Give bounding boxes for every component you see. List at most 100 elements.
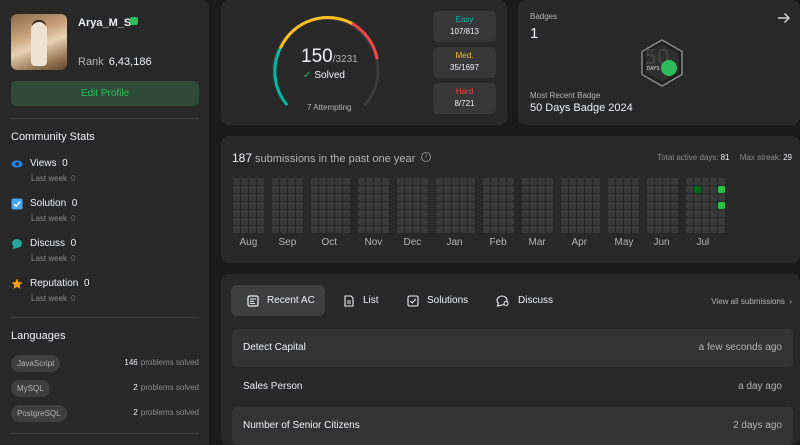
submission-row[interactable]: Sales Person a day ago: [232, 368, 793, 406]
heatmap-cell[interactable]: [358, 178, 365, 185]
heatmap-cell[interactable]: [546, 194, 553, 201]
language-pill[interactable]: PostgreSQL: [11, 405, 67, 422]
heatmap-cell[interactable]: [233, 186, 240, 193]
heatmap-cell[interactable]: [530, 194, 537, 201]
heatmap-cell[interactable]: [538, 178, 545, 185]
heatmap-cell[interactable]: [499, 194, 506, 201]
heatmap-cell[interactable]: [569, 186, 576, 193]
heatmap-cell[interactable]: [319, 194, 326, 201]
heatmap-cell[interactable]: [436, 226, 443, 233]
heatmap-cell[interactable]: [468, 194, 475, 201]
heatmap-cell[interactable]: [647, 202, 654, 209]
heatmap-cell[interactable]: [233, 202, 240, 209]
heatmap-cell[interactable]: [397, 186, 404, 193]
heatmap-cell[interactable]: [397, 218, 404, 225]
heatmap-cell[interactable]: [530, 226, 537, 233]
heatmap-cell[interactable]: [616, 218, 623, 225]
heatmap-cell[interactable]: [671, 186, 678, 193]
heatmap-cell[interactable]: [343, 186, 350, 193]
heatmap-cell[interactable]: [483, 178, 490, 185]
heatmap-cell[interactable]: [280, 186, 287, 193]
heatmap-cell[interactable]: [288, 202, 295, 209]
heatmap-cell[interactable]: [686, 218, 693, 225]
heatmap-cell[interactable]: [311, 186, 318, 193]
heatmap-cell[interactable]: [257, 202, 264, 209]
heatmap-cell[interactable]: [241, 178, 248, 185]
edit-profile-button[interactable]: Edit Profile: [11, 81, 199, 106]
heatmap-cell[interactable]: [491, 226, 498, 233]
submission-row[interactable]: Number of Senior Citizens 2 days ago: [232, 407, 793, 445]
heatmap-cell[interactable]: [593, 226, 600, 233]
heatmap-cell[interactable]: [499, 202, 506, 209]
heatmap-cell[interactable]: [718, 218, 725, 225]
heatmap-cell[interactable]: [507, 178, 514, 185]
heatmap-cell[interactable]: [296, 218, 303, 225]
heatmap-cell[interactable]: [358, 194, 365, 201]
heatmap-cell[interactable]: [671, 210, 678, 217]
heatmap-cell[interactable]: [444, 210, 451, 217]
heatmap-cell[interactable]: [374, 210, 381, 217]
heatmap-cell[interactable]: [460, 186, 467, 193]
heatmap-cell[interactable]: [483, 226, 490, 233]
heatmap-cell[interactable]: [522, 226, 529, 233]
heatmap-cell[interactable]: [468, 186, 475, 193]
heatmap-cell[interactable]: [327, 218, 334, 225]
language-pill[interactable]: JavaScript: [11, 355, 61, 372]
heatmap-cell[interactable]: [507, 226, 514, 233]
heatmap-cell[interactable]: [382, 178, 389, 185]
heatmap-cell[interactable]: [608, 194, 615, 201]
heatmap-cell[interactable]: [632, 226, 639, 233]
heatmap-cell[interactable]: [663, 186, 670, 193]
heatmap-cell[interactable]: [382, 226, 389, 233]
heatmap-cell[interactable]: [452, 202, 459, 209]
heatmap-cell[interactable]: [530, 202, 537, 209]
heatmap-cell[interactable]: [382, 194, 389, 201]
heatmap-cell[interactable]: [663, 218, 670, 225]
heatmap-cell[interactable]: [405, 226, 412, 233]
heatmap-cell[interactable]: [671, 202, 678, 209]
heatmap-cell[interactable]: [507, 194, 514, 201]
heatmap-cell[interactable]: [663, 226, 670, 233]
heatmap-cell[interactable]: [593, 202, 600, 209]
heatmap-cell[interactable]: [491, 178, 498, 185]
heatmap-cell[interactable]: [241, 210, 248, 217]
heatmap-cell[interactable]: [343, 210, 350, 217]
heatmap-cell[interactable]: [444, 178, 451, 185]
heatmap-cell[interactable]: [444, 218, 451, 225]
heatmap-cell[interactable]: [311, 226, 318, 233]
heatmap-cell[interactable]: [257, 178, 264, 185]
heatmap-cell[interactable]: [460, 178, 467, 185]
heatmap-cell[interactable]: [671, 178, 678, 185]
heatmap-cell[interactable]: [358, 218, 365, 225]
language-pill[interactable]: MySQL: [11, 380, 50, 397]
heatmap-cell[interactable]: [358, 202, 365, 209]
heatmap-cell[interactable]: [663, 178, 670, 185]
heatmap-cell[interactable]: [686, 202, 693, 209]
difficulty-medium[interactable]: Med. 35/1697: [433, 47, 496, 78]
heatmap-cell[interactable]: [632, 194, 639, 201]
heatmap-cell[interactable]: [413, 178, 420, 185]
heatmap-cell[interactable]: [241, 202, 248, 209]
heatmap-cell[interactable]: [522, 186, 529, 193]
difficulty-easy[interactable]: Easy 107/813: [433, 11, 496, 42]
heatmap-cell[interactable]: [421, 202, 428, 209]
heatmap-cell[interactable]: [249, 210, 256, 217]
tab-list[interactable]: List: [343, 285, 379, 316]
heatmap-cell[interactable]: [499, 186, 506, 193]
heatmap-cell[interactable]: [413, 194, 420, 201]
heatmap-cell[interactable]: [608, 202, 615, 209]
heatmap-cell[interactable]: [249, 178, 256, 185]
heatmap-cell[interactable]: [327, 194, 334, 201]
heatmap-cell[interactable]: [546, 186, 553, 193]
heatmap-cell[interactable]: [374, 186, 381, 193]
heatmap-cell[interactable]: [577, 186, 584, 193]
heatmap-cell[interactable]: [257, 186, 264, 193]
heatmap-cell[interactable]: [280, 210, 287, 217]
heatmap-cell[interactable]: [335, 186, 342, 193]
heatmap-cell[interactable]: [624, 194, 631, 201]
heatmap-cell[interactable]: [632, 202, 639, 209]
tab-recent-ac[interactable]: Recent AC: [231, 285, 325, 316]
heatmap-cell[interactable]: [444, 202, 451, 209]
heatmap-cell[interactable]: [608, 226, 615, 233]
heatmap-cell[interactable]: [280, 194, 287, 201]
